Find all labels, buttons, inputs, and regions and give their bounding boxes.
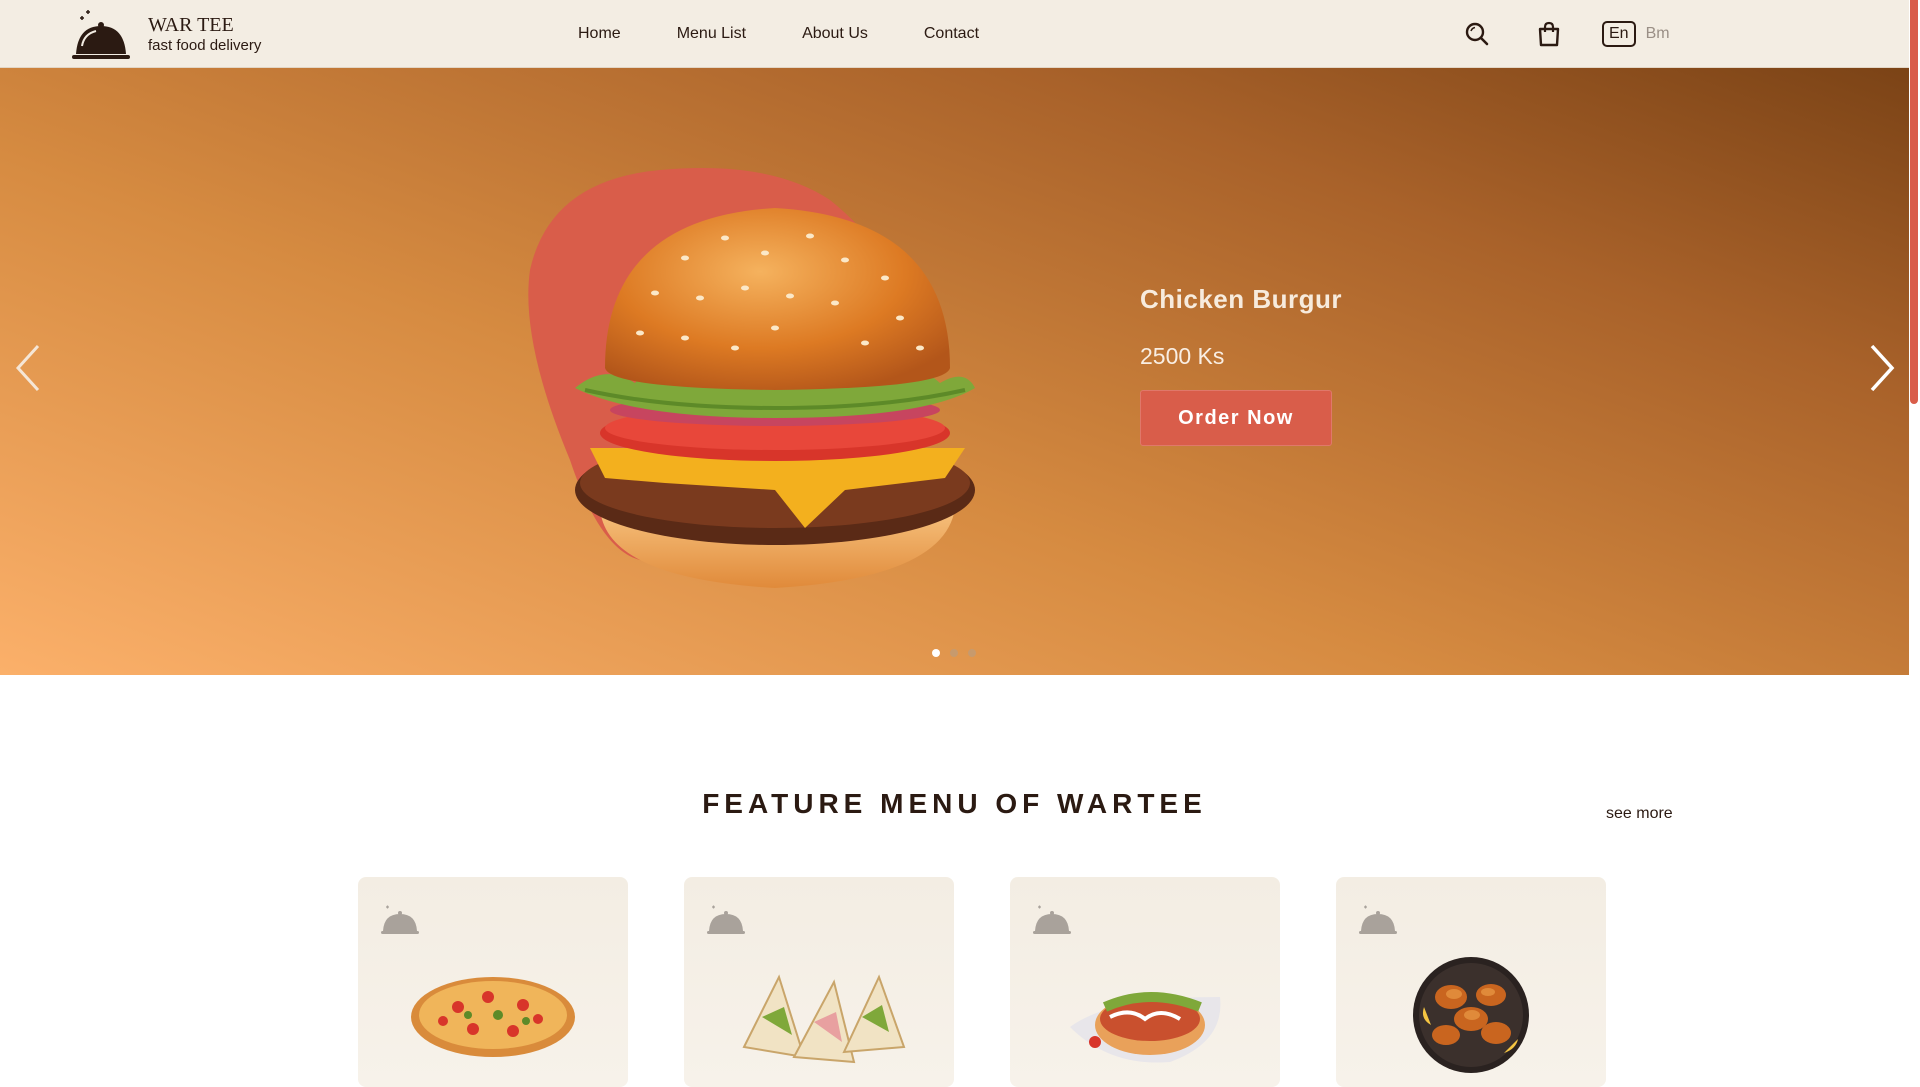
- shopping-bag-icon[interactable]: [1534, 19, 1564, 49]
- cloche-icon: [707, 905, 745, 934]
- site-header: WAR TEE fast food delivery Home Menu Lis…: [0, 0, 1909, 68]
- nav-menu-list[interactable]: Menu List: [677, 25, 746, 43]
- hero-carousel: Chicken Burgur 2500 Ks Order Now: [0, 68, 1909, 675]
- pizza-image: [411, 977, 575, 1057]
- brand-tagline: fast food delivery: [148, 36, 262, 54]
- carousel-dot[interactable]: [932, 649, 940, 657]
- carousel-dot[interactable]: [968, 649, 976, 657]
- chicken-burger-image: [575, 208, 975, 588]
- menu-card-pizza[interactable]: [358, 877, 628, 1087]
- fried-chicken-image: [1413, 957, 1529, 1073]
- carousel-dots: [932, 649, 986, 657]
- nav-about-us[interactable]: About Us: [802, 25, 868, 43]
- scrollbar-track[interactable]: [1909, 0, 1920, 1080]
- menu-card-hot-dog[interactable]: [1010, 877, 1280, 1087]
- cloche-icon: [1359, 905, 1397, 934]
- header-actions: En Bm: [1462, 0, 1670, 67]
- scrollbar-thumb[interactable]: [1910, 0, 1918, 404]
- cloche-icon: [1033, 905, 1071, 934]
- nav-home[interactable]: Home: [578, 25, 621, 43]
- chevron-right-icon[interactable]: [1862, 338, 1902, 398]
- search-icon[interactable]: [1462, 19, 1492, 49]
- main-nav: Home Menu List About Us Contact: [578, 0, 1035, 67]
- see-more-link[interactable]: see more: [1606, 805, 1673, 823]
- hero-product-title: Chicken Burgur: [1140, 284, 1343, 314]
- hot-dog-image: [1070, 992, 1221, 1063]
- hero-product-price: 2500 Ks: [1140, 343, 1225, 369]
- menu-card-sandwich[interactable]: [684, 877, 954, 1087]
- nav-contact[interactable]: Contact: [924, 25, 979, 43]
- feature-cards: [358, 877, 1662, 1087]
- chevron-left-icon[interactable]: [8, 338, 48, 398]
- order-now-button[interactable]: Order Now: [1140, 390, 1332, 446]
- hero-info: Chicken Burgur 2500 Ks Order Now: [1140, 284, 1342, 446]
- cloche-icon: [381, 905, 419, 934]
- language-switcher: En Bm: [1602, 20, 1670, 47]
- lang-bm-button[interactable]: Bm: [1646, 25, 1670, 43]
- menu-card-fried-chicken[interactable]: [1336, 877, 1606, 1087]
- brand-name: WAR TEE: [148, 13, 234, 36]
- sandwich-image: [742, 974, 906, 1064]
- carousel-dot[interactable]: [950, 649, 958, 657]
- lang-en-button[interactable]: En: [1602, 20, 1636, 47]
- cloche-icon: [70, 4, 132, 64]
- brand-logo[interactable]: WAR TEE fast food delivery: [70, 4, 261, 64]
